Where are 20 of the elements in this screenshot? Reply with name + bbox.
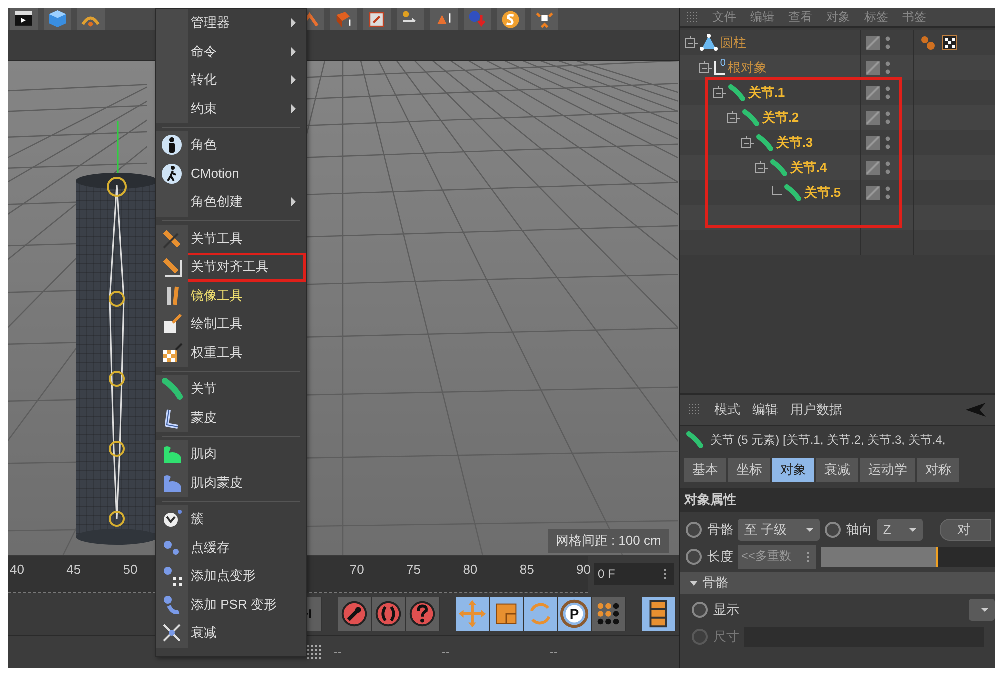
status-text: -- <box>442 645 450 659</box>
field-label: 骨骼 <box>707 520 734 538</box>
field-label: 尺寸 <box>713 628 740 646</box>
grid-spacing-label: 网格间距 : 100 cm <box>548 529 670 553</box>
frame-number: 45 <box>66 562 82 576</box>
field-label: 轴向 <box>846 520 872 538</box>
field-label: 显示 <box>713 600 740 618</box>
frame-number: 90 <box>576 562 591 576</box>
status-text: -- <box>334 645 342 659</box>
frame-number: 40 <box>10 562 24 576</box>
status-text: -- <box>550 645 558 659</box>
frame-number: 80 <box>463 562 478 576</box>
frame-number: 50 <box>123 562 138 576</box>
frame-number: 70 <box>350 562 364 576</box>
frame-number: 75 <box>406 562 422 576</box>
field-label: 长度 <box>707 548 734 566</box>
section-header: 对象属性 <box>680 488 995 512</box>
icon-label: 0 <box>720 58 726 69</box>
selection-title: 关节 (5 元素) [关节.1, 关节.2, 关节.3, 关节.4, <box>710 432 946 448</box>
frame-number: 85 <box>520 562 534 576</box>
